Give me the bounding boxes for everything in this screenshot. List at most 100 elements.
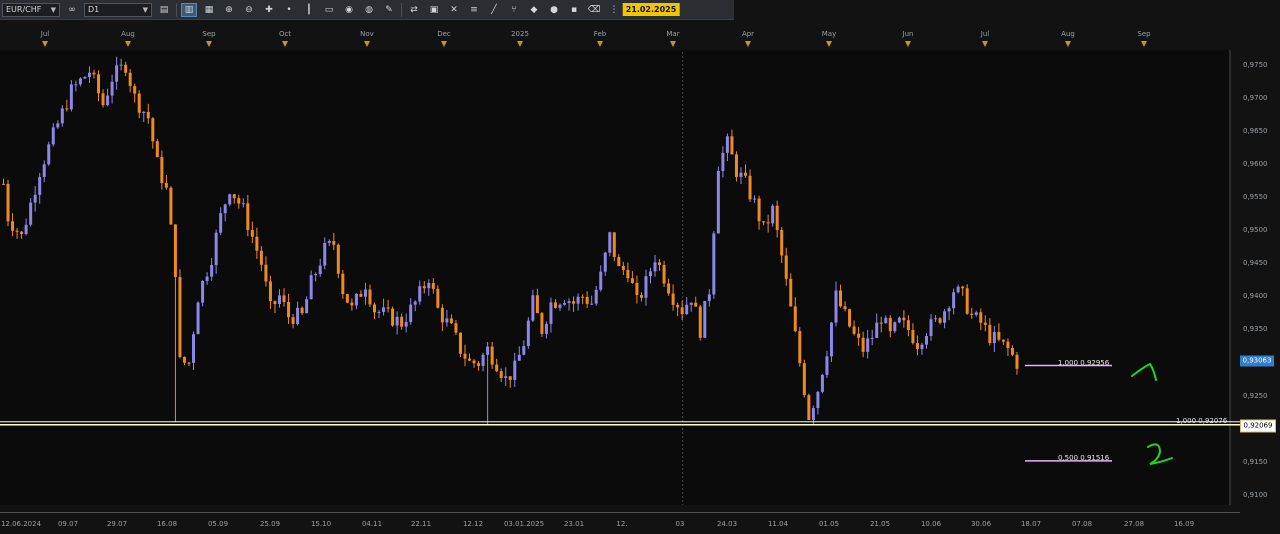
candle-body <box>395 316 399 326</box>
candle-body <box>784 255 788 279</box>
candle-body <box>635 282 639 295</box>
candle-body <box>816 391 820 409</box>
candle-body <box>60 108 64 124</box>
candle-body <box>42 164 46 178</box>
date-tick-label: 25.09 <box>259 520 281 528</box>
camera-icon[interactable]: ◉ <box>341 3 357 17</box>
candle-body <box>427 282 431 289</box>
pencil-icon[interactable]: ✎ <box>381 3 397 17</box>
candle-body <box>205 276 209 281</box>
candle-body <box>359 293 363 297</box>
candle-body <box>445 318 449 323</box>
month-marker-icon <box>364 41 370 47</box>
candle-body <box>255 236 259 251</box>
candle-body <box>1015 354 1019 369</box>
trendline-icon[interactable]: ╱ <box>486 3 502 17</box>
candle-body <box>314 273 318 276</box>
date-tick-label: 07.08 <box>1071 520 1093 528</box>
candle-body <box>246 203 250 231</box>
main-level-label: 1,000 0,92076 <box>1176 417 1228 425</box>
candle-body <box>182 356 186 363</box>
cross-icon[interactable]: ✕ <box>446 3 462 17</box>
symbol-value: EUR/CHF <box>6 4 42 14</box>
candle-body <box>354 293 358 306</box>
candle-body <box>178 277 182 357</box>
candle-body <box>1001 339 1005 342</box>
candle-body <box>133 86 137 94</box>
chart-type-icon[interactable]: ▤ <box>156 3 172 17</box>
candle-body <box>38 177 42 195</box>
timeframe-value: D1 <box>88 4 100 14</box>
symbol-select[interactable]: EUR/CHF ▼ <box>2 2 60 17</box>
candle-body <box>621 266 625 270</box>
month-label: Sep <box>1137 30 1151 38</box>
lower-fib-label: 0,500 0,91516 <box>1058 454 1110 462</box>
candle-body <box>160 157 164 184</box>
zoom-in-icon[interactable]: ⊕ <box>221 3 237 17</box>
candle-body <box>119 64 123 66</box>
candles-icon[interactable]: ▥ <box>181 2 197 17</box>
candle-body <box>680 307 684 315</box>
candle-body <box>648 271 652 277</box>
fork-icon[interactable]: ⑂ <box>506 3 522 17</box>
candle-body <box>739 172 743 177</box>
date-tick-label: 09.07 <box>57 520 79 528</box>
candle-body <box>336 244 340 274</box>
month-marker-icon <box>1141 41 1147 47</box>
month-label: May <box>821 30 837 38</box>
candle-body <box>540 313 544 334</box>
date-tick-label: 24.03 <box>716 520 738 528</box>
bottom-date-axis: 12.06.2024 09.07 29.07 16.08 05.09 25.09 15.10… <box>0 512 1240 534</box>
month-label: Jun <box>902 30 914 38</box>
month-marker-icon <box>905 41 911 47</box>
chevron-down-icon: ▼ <box>50 5 56 14</box>
candle-body <box>825 356 829 375</box>
more-icon[interactable]: ⋮ <box>606 3 622 17</box>
candle-body <box>915 343 919 350</box>
candle-body <box>391 308 395 326</box>
candle-body <box>468 358 472 361</box>
month-label: Oct <box>278 30 292 38</box>
candle-body <box>332 241 336 245</box>
globe-icon[interactable]: ◍ <box>361 3 377 17</box>
link-icon[interactable]: ∞ <box>64 3 80 17</box>
grid-icon[interactable]: ≡ <box>466 3 482 17</box>
crosshair-icon[interactable]: ✚ <box>261 3 277 17</box>
settings-icon[interactable]: ▪ <box>566 3 582 17</box>
eraser-icon[interactable]: ⌫ <box>586 3 602 17</box>
point-icon[interactable]: • <box>281 3 297 17</box>
candle-body <box>789 278 793 307</box>
candle-body <box>404 322 408 327</box>
candle-body <box>11 221 15 231</box>
zoom-out-icon[interactable]: ⊖ <box>241 3 257 17</box>
timeframe-select[interactable]: D1 ▼ <box>84 2 152 17</box>
month-label: Feb <box>593 30 607 38</box>
candle-body <box>965 288 969 314</box>
candle-body <box>522 346 526 355</box>
candle-body <box>517 354 521 361</box>
order-icon[interactable]: ▣ <box>426 3 442 17</box>
trade-icon[interactable]: ⇄ <box>406 3 422 17</box>
candle-body <box>296 307 300 324</box>
vertical-line-icon[interactable]: ┃ <box>301 3 317 17</box>
candle-body <box>952 292 956 309</box>
candle-body <box>970 313 974 315</box>
candle-body <box>671 293 675 305</box>
candle-body <box>716 170 720 234</box>
sphere-icon[interactable]: ● <box>546 3 562 17</box>
candle-body <box>725 136 729 153</box>
candle-body <box>567 301 571 304</box>
candle-body <box>544 323 548 334</box>
candle-body <box>201 280 205 303</box>
candle-body <box>676 304 680 308</box>
indicators-icon[interactable]: ▦ <box>201 3 217 17</box>
candle-body <box>897 317 901 323</box>
candle-body <box>400 316 404 327</box>
candle-body <box>549 302 553 324</box>
candle-body <box>504 376 508 378</box>
date-tick-label: 10.06 <box>920 520 942 528</box>
candle-body <box>87 72 91 78</box>
text-icon[interactable]: ▭ <box>321 3 337 17</box>
shapes-icon[interactable]: ◆ <box>526 3 542 17</box>
candle-body <box>911 329 915 344</box>
